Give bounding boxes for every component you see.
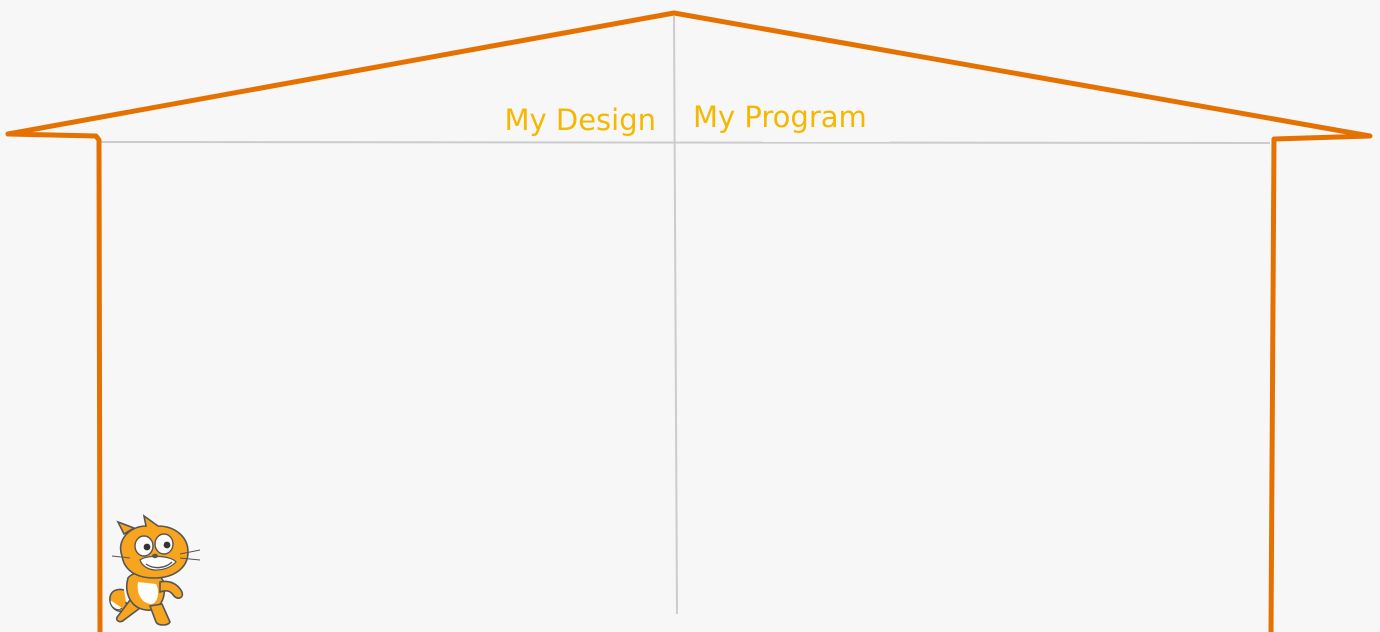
my-program-heading: My Program	[693, 100, 867, 134]
vertical-divider	[673, 15, 678, 615]
horizontal-divider	[99, 141, 1271, 144]
house-outline	[5, 10, 1373, 632]
scratch-cat-icon	[109, 514, 201, 626]
worksheet-canvas: My Design My Program	[0, 0, 1380, 632]
my-design-heading: My Design	[504, 103, 656, 137]
house-frame	[5, 10, 1373, 632]
